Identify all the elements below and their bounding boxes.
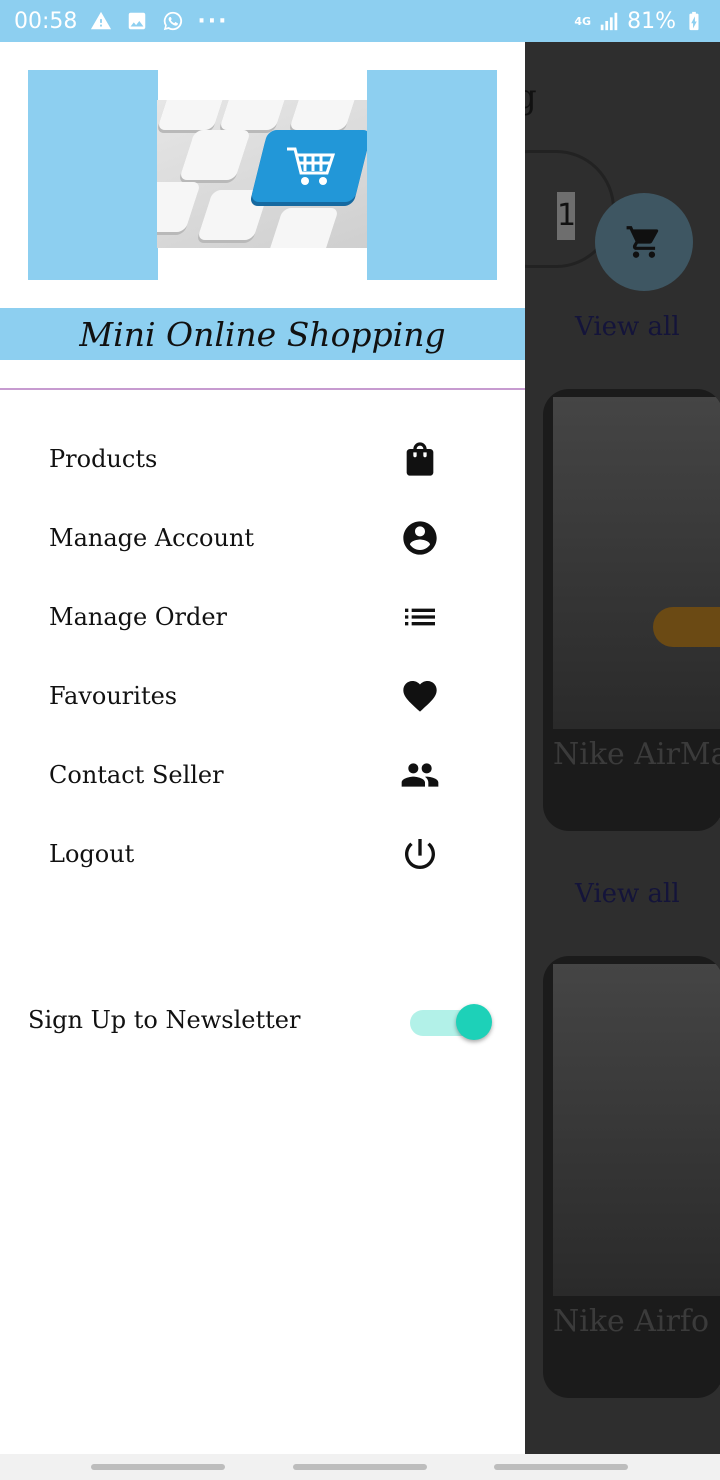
cart-quantity: 1: [557, 192, 576, 240]
network-type: 4G: [574, 14, 592, 28]
menu-item-logout[interactable]: Logout: [0, 819, 525, 889]
product-name-1: Nike AirMa: [553, 737, 720, 772]
warning-icon: [89, 9, 113, 33]
toggle-knob[interactable]: [456, 1004, 492, 1040]
shopping-cart-icon: [287, 147, 336, 185]
view-all-link-1: View all: [575, 312, 680, 342]
status-bar: 00:58 ··· 4G 81%: [0, 0, 720, 42]
newsletter-label: Sign Up to Newsletter: [28, 1006, 301, 1034]
newsletter-row: Sign Up to Newsletter: [0, 982, 525, 1062]
app-title: Mini Online Shopping: [79, 314, 446, 354]
app-title-bar: Mini Online Shopping: [0, 308, 525, 360]
power-icon: [398, 832, 442, 876]
menu-label-favourites: Favourites: [49, 682, 178, 710]
signal-icon: [597, 9, 621, 33]
header-accent-right: [367, 70, 497, 280]
account-circle-icon: [398, 516, 442, 560]
product-name-2: Nike Airfo: [553, 1304, 710, 1339]
battery-charging-icon: [682, 9, 706, 33]
home-button[interactable]: [293, 1464, 427, 1470]
menu-item-contact-seller[interactable]: Contact Seller: [0, 740, 525, 810]
people-icon: [398, 753, 442, 797]
battery-percent: 81%: [627, 8, 676, 34]
system-navigation-bar: [0, 1454, 720, 1480]
menu-item-favourites[interactable]: Favourites: [0, 661, 525, 731]
cart-icon: [626, 226, 659, 258]
heart-icon: [398, 674, 442, 718]
divider: [0, 388, 525, 390]
menu-label-logout: Logout: [49, 840, 135, 868]
header-image: [157, 100, 367, 248]
menu-item-manage-order[interactable]: Manage Order: [0, 582, 525, 652]
menu-item-products[interactable]: Products: [0, 424, 525, 494]
header-accent-left: [28, 70, 158, 280]
product-image-1: [553, 397, 720, 729]
menu-label-manage-order: Manage Order: [49, 603, 228, 631]
view-all-link-2: View all: [575, 879, 680, 909]
more-notifications-icon: ···: [197, 8, 229, 34]
menu-label-contact-seller: Contact Seller: [49, 761, 224, 789]
product-card-1: Nike AirMa: [543, 389, 720, 831]
newsletter-toggle[interactable]: [410, 1004, 492, 1040]
product-card-2: Nike Airfo: [543, 956, 720, 1398]
recents-button[interactable]: [91, 1464, 225, 1470]
menu-label-products: Products: [49, 445, 158, 473]
shopping-bag-icon: [398, 437, 442, 481]
whatsapp-icon: [161, 9, 185, 33]
product-image-2: [553, 964, 720, 1296]
cart-button: [595, 193, 693, 291]
list-icon: [398, 595, 442, 639]
back-button[interactable]: [494, 1464, 628, 1470]
cart-key: [250, 130, 367, 202]
image-icon: [125, 9, 149, 33]
menu-label-manage-account: Manage Account: [49, 524, 255, 552]
status-time: 00:58: [14, 8, 78, 34]
navigation-drawer: Mini Online Shopping Products Manage Acc…: [0, 42, 525, 1454]
menu-item-manage-account[interactable]: Manage Account: [0, 503, 525, 573]
